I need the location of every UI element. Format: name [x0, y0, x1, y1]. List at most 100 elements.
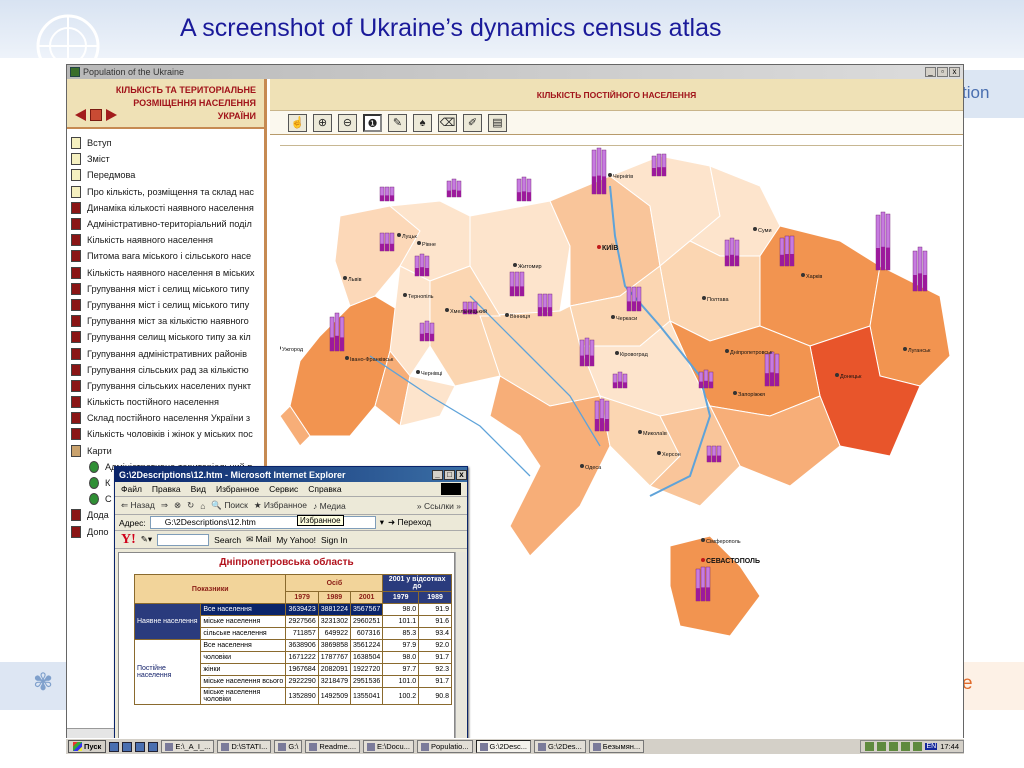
contents-item[interactable]: Групування міст і селищ міського типу [67, 297, 264, 313]
quicklaunch-app-icon[interactable] [135, 741, 146, 752]
contents-item[interactable]: Питома вага міського і сільського насе [67, 248, 264, 264]
measure-tool-icon[interactable]: ✐ [463, 113, 482, 132]
find-tool-icon[interactable]: ♠ [413, 113, 432, 132]
ie-titlebar[interactable]: G:\2Descriptions\12.htm - Microsoft Inte… [115, 467, 467, 482]
contents-item[interactable]: Адміністративно-територіальний поділ [67, 216, 264, 232]
go-button[interactable]: ➜ Переход [388, 517, 431, 528]
document-icon [71, 169, 81, 182]
clear-tool-icon[interactable]: ⌫ [438, 113, 457, 132]
contents-item[interactable]: Групування адміністративних районів [67, 345, 264, 361]
quicklaunch-media-icon[interactable] [148, 741, 159, 752]
table-cell: 101.0 [382, 675, 420, 688]
contents-item[interactable]: Склад постійного населення України з [67, 410, 264, 426]
quicklaunch-ie-icon[interactable] [109, 741, 120, 752]
taskbar-task[interactable]: Readme.... [305, 740, 361, 753]
taskbar-task[interactable]: Populatio... [416, 740, 473, 753]
ie-minimize-button[interactable]: _ [432, 469, 443, 480]
my-yahoo-button[interactable]: My Yahoo! [276, 535, 316, 545]
row-label: міське населення всього [200, 675, 287, 688]
refresh-icon[interactable]: ↻ [187, 500, 194, 511]
forward-arrow-icon[interactable] [106, 109, 117, 121]
city-label: СЕВАСТОПОЛЬ [706, 558, 760, 565]
taskbar-task[interactable]: G:\ [274, 740, 303, 753]
contents-item[interactable]: Групування сільських населених пункт [67, 378, 264, 394]
tray-icon[interactable] [901, 742, 911, 751]
back-button[interactable]: ⇐ Назад [121, 500, 155, 511]
tray-icon[interactable] [913, 742, 923, 751]
links-button[interactable]: » Ссылки » [417, 501, 461, 511]
taskbar-task[interactable]: E:\_A_I_... [161, 740, 215, 753]
forward-button[interactable]: ⇒ [161, 500, 168, 511]
ie-menu-item[interactable]: Справка [308, 484, 341, 494]
taskbar-task[interactable]: D:\STATI... [217, 740, 272, 753]
contents-item[interactable]: Зміст [67, 151, 264, 167]
legend-tool-icon[interactable]: ▤ [488, 113, 507, 132]
ie-vertical-scrollbar[interactable] [455, 552, 466, 743]
start-button[interactable]: Пуск [68, 740, 107, 753]
yahoo-search-button[interactable]: Search [214, 535, 241, 545]
table-cell: 3881224 [317, 603, 352, 616]
ie-menu-item[interactable]: Вид [191, 484, 206, 494]
contents-item[interactable]: Передмова [67, 167, 264, 183]
urban-population-bar [385, 195, 389, 201]
taskbar-task[interactable]: Безымян... [588, 740, 645, 753]
column-header-persons: Осіб [285, 574, 384, 592]
atlas-titlebar[interactable]: Population of the Ukraine _ ▫ x [67, 65, 963, 79]
taskbar-task[interactable]: G:\2Des... [534, 740, 586, 753]
contents-item[interactable]: Кількість наявного населення [67, 232, 264, 248]
ie-menu-item[interactable]: Избранное [216, 484, 259, 494]
urban-population-bar [613, 382, 617, 388]
ie-menu-item[interactable]: Сервис [269, 484, 298, 494]
address-dropdown-icon[interactable]: ▾ [380, 517, 384, 528]
maximize-button[interactable]: ▫ [937, 67, 948, 77]
table-cell: 97.9 [382, 639, 420, 652]
taskbar-task[interactable]: G:\2Desc... [475, 740, 532, 753]
home-icon[interactable]: ⌂ [200, 501, 205, 511]
taskbar-task[interactable]: E:\Docu... [363, 740, 414, 753]
contents-item[interactable]: Карти [67, 443, 264, 459]
ie-menu-item[interactable]: Правка [152, 484, 181, 494]
contents-item[interactable]: Вступ [67, 135, 264, 151]
stop-icon[interactable]: ⊗ [174, 500, 181, 511]
oblast-west [289, 295, 401, 437]
home-icon[interactable] [90, 109, 102, 121]
favorites-button[interactable]: ★ Избранное [254, 500, 307, 511]
ie-menu-item[interactable]: Файл [121, 484, 142, 494]
ie-maximize-button[interactable]: □ [444, 469, 455, 480]
close-button[interactable]: x [949, 67, 960, 77]
back-arrow-icon[interactable] [75, 109, 86, 121]
year-header: 2001 [349, 591, 384, 604]
contents-item[interactable]: Групування сільських рад за кількістю [67, 362, 264, 378]
yahoo-logo[interactable]: Y! [121, 532, 136, 548]
contents-item[interactable]: Про кількість, розміщення та склад нас [67, 184, 264, 200]
tray-icon[interactable] [877, 742, 887, 751]
minimize-button[interactable]: _ [925, 67, 936, 77]
mail-button[interactable]: ✉ Mail [246, 534, 271, 545]
search-button[interactable]: 🔍 Поиск [211, 500, 248, 511]
oblast-crimea [669, 535, 761, 637]
contents-item[interactable]: Кількість чоловіків і жінок у міських по… [67, 426, 264, 442]
pencil-icon[interactable]: ✎▾ [141, 534, 152, 545]
media-button[interactable]: ♪ Медиа [313, 501, 346, 511]
pan-tool-icon[interactable]: ☝ [288, 113, 307, 132]
contents-item[interactable]: Групування селищ міського типу за кіл [67, 329, 264, 345]
yahoo-search-input[interactable] [157, 533, 210, 546]
ie-close-button[interactable]: x [456, 469, 467, 480]
zoom-out-tool-icon[interactable]: ⊖ [338, 113, 357, 132]
city-label: Хмельницький [450, 308, 487, 315]
sign-in-button[interactable]: Sign In [321, 535, 347, 545]
row-label: жінки [200, 663, 287, 676]
info-tool-icon[interactable]: ❶ [363, 113, 382, 132]
contents-item[interactable]: Групування міст і селищ міського типу [67, 281, 264, 297]
language-indicator[interactable]: EN [925, 743, 938, 750]
contents-item[interactable]: Кількість наявного населення в міських [67, 265, 264, 281]
table-cell: 92.0 [418, 639, 452, 652]
select-tool-icon[interactable]: ✎ [388, 113, 407, 132]
contents-item[interactable]: Кількість постійного населення [67, 394, 264, 410]
contents-item[interactable]: Динаміка кількості наявного населення [67, 200, 264, 216]
contents-item[interactable]: Групування міст за кількістю наявного [67, 313, 264, 329]
zoom-in-tool-icon[interactable]: ⊕ [313, 113, 332, 132]
tray-icon[interactable] [865, 742, 875, 751]
tray-icon[interactable] [889, 742, 899, 751]
quicklaunch-desktop-icon[interactable] [122, 741, 133, 752]
